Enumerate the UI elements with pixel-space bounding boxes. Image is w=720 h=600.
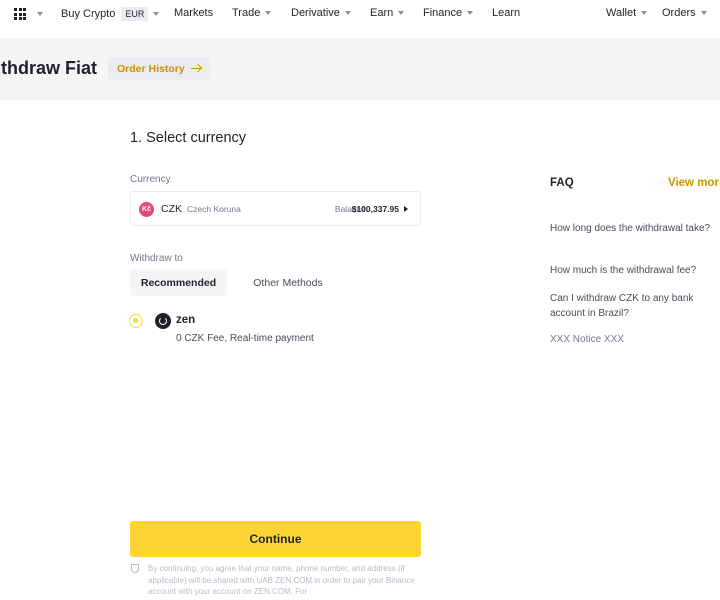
currency-name: Czech Koruna	[187, 204, 241, 214]
chevron-down-icon	[641, 11, 648, 15]
section-title: 1. Select currency	[130, 130, 247, 146]
balance-value: $100,337.95	[351, 204, 399, 214]
nav-finance[interactable]: Finance	[423, 7, 474, 19]
faq-notice[interactable]: XXX Notice XXX	[550, 334, 624, 345]
nav-finance-label: Finance	[423, 7, 463, 19]
chevron-down-icon	[265, 11, 272, 15]
nav-wallet-label: Wallet	[606, 7, 637, 19]
faq-item[interactable]: How much is the withdrawal fee?	[550, 263, 715, 278]
czk-currency-icon: Kč	[139, 202, 154, 217]
order-history-label: Order History	[117, 62, 185, 75]
page-title: ithdraw Fiat	[0, 58, 98, 78]
chevron-down-icon	[153, 12, 160, 16]
chevron-down-icon	[37, 12, 43, 16]
method-name: zen	[176, 314, 196, 326]
nav-buy-crypto-label: Buy Crypto	[61, 8, 116, 20]
nav-earn[interactable]: Earn	[370, 7, 405, 19]
method-description: 0 CZK Fee, Real-time payment	[176, 333, 314, 344]
view-more-link[interactable]: View mor	[668, 177, 719, 189]
nav-trade[interactable]: Trade	[232, 7, 272, 19]
tab-recommended[interactable]: Recommended	[130, 269, 227, 296]
method-radio[interactable]	[129, 314, 143, 328]
tab-other-methods[interactable]: Other Methods	[240, 269, 336, 296]
nav-wallet[interactable]: Wallet	[606, 7, 648, 19]
chevron-down-icon	[398, 11, 405, 15]
shield-icon	[131, 564, 139, 573]
apps-grid-icon[interactable]	[14, 8, 26, 20]
continue-button[interactable]: Continue	[130, 521, 421, 557]
disclaimer-text: By continuing, you agree that your name,…	[148, 564, 415, 596]
nav-buy-crypto[interactable]: Buy Crypto EUR	[61, 7, 160, 21]
arrow-right-icon	[190, 65, 201, 73]
currency-label: Currency	[130, 174, 171, 185]
nav-derivative-label: Derivative	[291, 7, 340, 19]
faq-item[interactable]: How long does the withdrawal take?	[550, 221, 715, 236]
faq-item[interactable]: Can I withdraw CZK to any bank account i…	[550, 291, 715, 321]
chevron-down-icon	[467, 11, 474, 15]
nav-derivative[interactable]: Derivative	[291, 7, 351, 19]
order-history-button[interactable]: Order History	[108, 57, 210, 80]
currency-badge: EUR	[121, 7, 149, 21]
nav-orders-label: Orders	[662, 7, 696, 19]
zen-logo-icon	[155, 313, 171, 329]
caret-right-icon	[404, 206, 408, 212]
currency-select[interactable]: Kč CZK Czech Koruna Balance: $100,337.95	[130, 191, 421, 226]
nav-learn[interactable]: Learn	[492, 7, 520, 19]
currency-code: CZK	[161, 203, 182, 215]
top-nav: Buy Crypto EUR Markets Trade Derivative …	[0, 0, 720, 28]
nav-earn-label: Earn	[370, 7, 394, 19]
nav-trade-label: Trade	[232, 7, 261, 19]
faq-title: FAQ	[550, 177, 574, 189]
nav-orders[interactable]: Orders	[662, 7, 707, 19]
nav-markets-label: Markets	[174, 7, 214, 19]
withdraw-to-label: Withdraw to	[130, 253, 183, 264]
nav-learn-label: Learn	[492, 7, 521, 19]
chevron-down-icon	[700, 11, 707, 15]
nav-markets[interactable]: Markets	[174, 7, 213, 19]
chevron-down-icon	[344, 11, 351, 15]
